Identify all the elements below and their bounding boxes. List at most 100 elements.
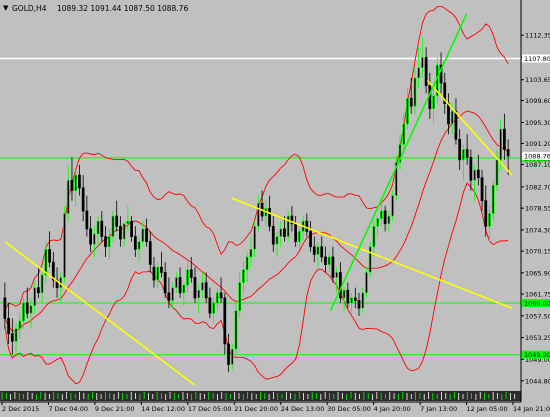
candle-body bbox=[182, 284, 186, 294]
candle-body bbox=[174, 277, 178, 289]
candle-body bbox=[171, 287, 174, 301]
price-tick-label: 1070.15 bbox=[525, 248, 550, 256]
candle-body bbox=[331, 256, 335, 278]
time-tick-label: 30 Dec 05:00 bbox=[327, 405, 371, 413]
menu-arrow-icon[interactable]: ▼ bbox=[3, 4, 9, 12]
candle-body bbox=[447, 103, 450, 125]
time-tick-label: 2 Dec 2015 bbox=[2, 405, 39, 413]
price-tick-label: 1103.65 bbox=[525, 76, 550, 84]
candle-body bbox=[320, 246, 324, 258]
candle-body bbox=[18, 320, 22, 329]
candle-body bbox=[40, 274, 44, 294]
candle-body bbox=[424, 57, 428, 86]
candle-body bbox=[219, 292, 223, 299]
candle-body bbox=[126, 220, 130, 225]
candle-body bbox=[335, 271, 339, 278]
candle-body bbox=[353, 297, 357, 301]
candle-body bbox=[215, 292, 219, 304]
candle-body bbox=[279, 228, 283, 237]
candle-body bbox=[22, 302, 25, 322]
time-tick-label: 4 Jan 20:00 bbox=[374, 405, 411, 413]
candle-body bbox=[14, 328, 18, 342]
ohlc-label: 1089.32 1091.44 1087.50 1088.76 bbox=[57, 4, 188, 13]
candle-body bbox=[78, 174, 81, 189]
time-tick-label: 21 Dec 20:00 bbox=[234, 405, 278, 413]
candle-body bbox=[33, 287, 37, 306]
candle-body bbox=[212, 302, 216, 314]
candle-body bbox=[275, 236, 279, 245]
candle-body bbox=[458, 138, 462, 161]
price-chart[interactable]: 1112.351107.951103.651099.601095.301091.… bbox=[0, 0, 550, 413]
candle-body bbox=[44, 248, 48, 276]
price-tick-label: 1078.55 bbox=[525, 205, 550, 213]
candle-body bbox=[156, 266, 160, 281]
candle-body bbox=[305, 220, 309, 232]
candle-body bbox=[484, 200, 488, 227]
candle-body bbox=[256, 202, 260, 227]
candle-body bbox=[421, 57, 424, 69]
candle-body bbox=[327, 256, 331, 266]
time-tick-label: 24 Dec 13:00 bbox=[281, 405, 325, 413]
candle-body bbox=[503, 128, 506, 150]
candle-body bbox=[316, 246, 320, 255]
candle-body bbox=[383, 210, 387, 225]
candle-body bbox=[197, 289, 201, 299]
time-tick-label: 14 Dec 12:00 bbox=[141, 405, 185, 413]
candle-body bbox=[462, 149, 465, 161]
candle-body bbox=[242, 269, 245, 283]
candle-body bbox=[368, 246, 372, 273]
price-tick-label: 1095.30 bbox=[525, 119, 550, 127]
candle-body bbox=[70, 179, 74, 191]
candle-body bbox=[249, 248, 253, 258]
time-tick-label: 7 Jan 13:00 bbox=[420, 405, 457, 413]
candle-body bbox=[107, 236, 111, 248]
candle-body bbox=[488, 213, 491, 227]
candle-body bbox=[152, 266, 156, 281]
candle-body bbox=[432, 95, 435, 109]
bottom-indicator-strip bbox=[0, 391, 521, 401]
candle-body bbox=[133, 236, 137, 250]
candle-body bbox=[346, 289, 350, 304]
candle-body bbox=[402, 123, 406, 145]
time-tick-label: 17 Dec 05:00 bbox=[188, 405, 232, 413]
price-tick-label: 1082.70 bbox=[525, 183, 550, 191]
candle-body bbox=[413, 77, 417, 107]
candle-body bbox=[48, 248, 51, 263]
candle-body bbox=[201, 282, 204, 291]
candle-body bbox=[372, 225, 376, 248]
level-price-label: 1049.90 bbox=[524, 351, 550, 359]
price-tick-label: 1091.20 bbox=[525, 140, 550, 148]
candle-body bbox=[7, 318, 10, 335]
candle-body bbox=[66, 179, 70, 214]
price-tick-label: 1057.50 bbox=[525, 312, 550, 320]
candle-body bbox=[63, 213, 66, 278]
candle-body bbox=[294, 223, 298, 242]
candle-body bbox=[96, 220, 100, 235]
candle-body bbox=[81, 187, 85, 212]
level-price-label: 1060.00 bbox=[524, 300, 550, 308]
candle-body bbox=[85, 210, 89, 230]
chart-window[interactable]: 1112.351107.951103.651099.601095.301091.… bbox=[0, 0, 550, 413]
candle-body bbox=[234, 310, 238, 350]
candle-body bbox=[141, 228, 145, 242]
candle-body bbox=[119, 225, 122, 240]
candle-body bbox=[406, 98, 409, 125]
current-price-label: 1088.76 bbox=[524, 152, 550, 160]
candle-body bbox=[409, 98, 413, 107]
candle-body bbox=[286, 215, 290, 237]
candle-body bbox=[312, 246, 316, 255]
candle-body bbox=[391, 195, 394, 217]
candle-body bbox=[122, 223, 126, 240]
candle-body bbox=[350, 297, 353, 304]
price-tick-label: 1061.75 bbox=[525, 291, 550, 299]
candle-body bbox=[387, 215, 391, 225]
candle-body bbox=[309, 231, 312, 248]
price-tick-label: 1065.90 bbox=[525, 269, 550, 277]
candle-body bbox=[506, 149, 510, 157]
candle-body bbox=[89, 228, 92, 245]
candle-body bbox=[163, 271, 167, 294]
candle-body bbox=[115, 215, 119, 227]
candle-body bbox=[130, 220, 133, 237]
candle-body bbox=[160, 266, 163, 273]
chart-header: ▼ GOLD,H4 1089.32 1091.44 1087.50 1088.7… bbox=[3, 4, 188, 13]
